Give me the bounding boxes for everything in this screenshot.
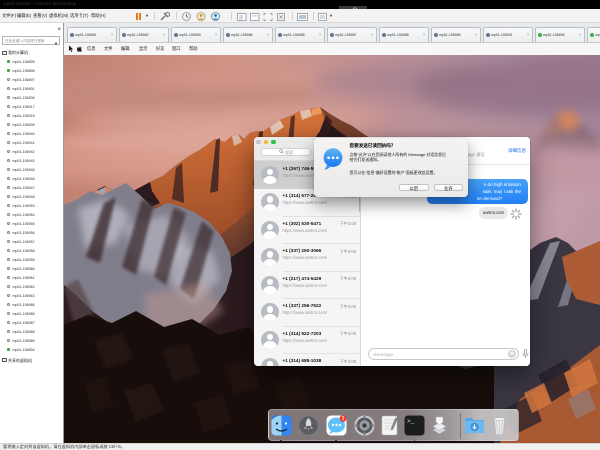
svg-text:>_: >_ — [407, 418, 415, 425]
svg-text:3: 3 — [341, 416, 344, 422]
